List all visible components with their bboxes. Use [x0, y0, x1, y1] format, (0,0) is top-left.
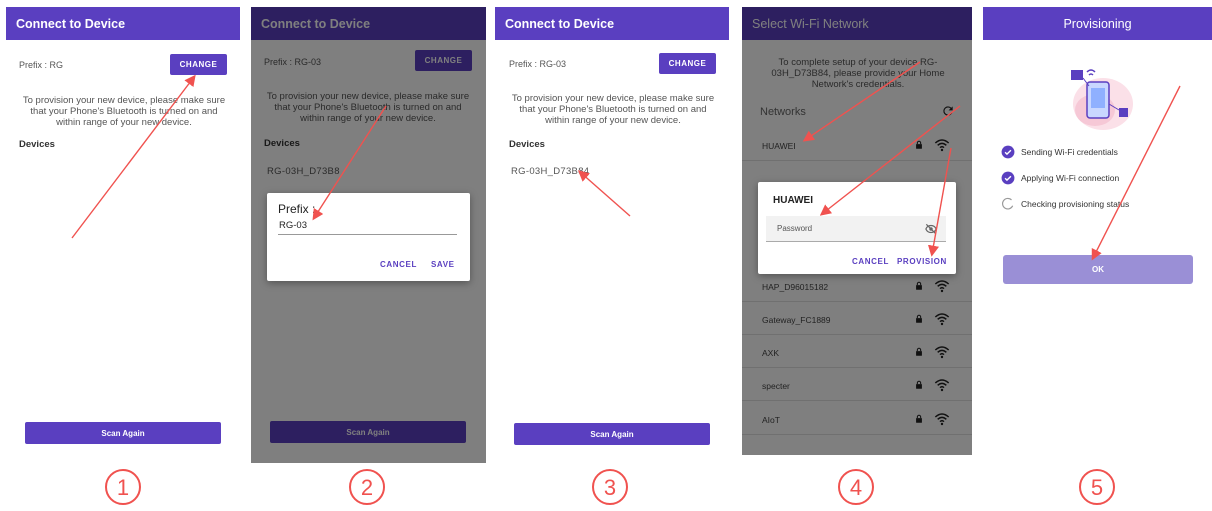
annotation-arrows	[71, 61, 1181, 261]
step-number-5-label: 5	[1091, 475, 1103, 500]
arrow-to-provision-button	[927, 147, 952, 257]
arrow-to-prefix-input	[312, 105, 387, 221]
step-number-3: 3	[592, 469, 628, 505]
step-number-5: 5	[1079, 469, 1115, 505]
arrow-to-ok-button	[1091, 85, 1181, 261]
step-number-2: 2	[349, 469, 385, 505]
arrow-to-password-field	[819, 105, 961, 216]
step-number-3-label: 3	[604, 475, 616, 500]
arrow-to-huawei-network	[802, 61, 921, 142]
step-number-1-label: 1	[117, 475, 129, 500]
step-number-4: 4	[838, 469, 874, 505]
step-number-2-label: 2	[361, 475, 373, 500]
arrow-to-change-button	[71, 74, 196, 239]
arrow-to-device-item	[577, 170, 631, 217]
step-number-1: 1	[105, 469, 141, 505]
arrow-annotations	[71, 61, 1181, 261]
step-number-4-label: 4	[850, 475, 862, 500]
